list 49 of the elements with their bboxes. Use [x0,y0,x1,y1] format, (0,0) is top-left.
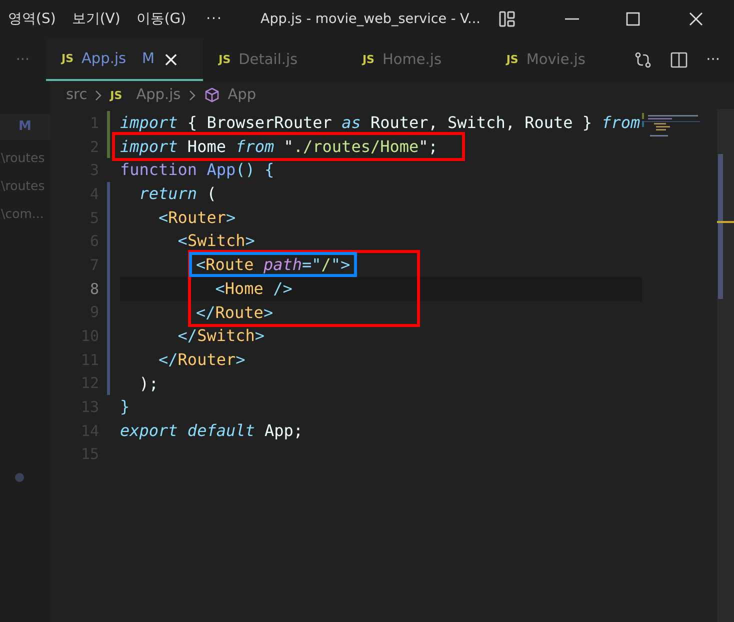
compare-changes-icon[interactable] [634,50,652,68]
tab-label: Detail.js [238,52,298,68]
menu-item[interactable]: 보기(V) [72,10,120,28]
code-line: <Home /> [214,278,292,300]
code-line: ); [138,372,159,395]
menu-item[interactable]: 영역(S) [8,10,56,28]
js-file-label: JS [110,88,122,102]
code-line: <Router> [158,206,236,229]
code-line: </Route> [196,302,274,324]
code-line: </Router> [158,348,246,371]
code-line: import { BrowserRouter as Router, Switch, Route } from [120,112,640,134]
breadcrumb-item[interactable]: App [228,87,256,103]
line-number: 8 [90,280,100,298]
layout-icon[interactable] [498,10,516,28]
modified-status-label: M [142,50,155,66]
cube-icon [204,87,220,103]
editor-tab[interactable]: JS Movie.js [490,38,634,81]
dot-icon [15,473,24,482]
js-file-label: JS [218,53,231,66]
close-icon[interactable] [688,11,704,27]
editor-tab[interactable]: JS Home.js [346,38,490,81]
tab-label: App.js [82,50,126,66]
code-line: } [120,396,130,418]
chevron-right-icon [95,90,102,100]
js-file-label: JS [62,52,74,65]
chevron-right-icon [188,90,196,100]
more-menu[interactable]: ··· [206,11,222,27]
split-editor-icon[interactable] [670,50,688,68]
code-line: import Home from "./routes/Home"; [120,136,438,158]
code-line: function App() { [120,159,274,182]
menu-item[interactable]: 이동(G) [136,10,186,28]
breadcrumb-item[interactable]: App.js [136,87,181,103]
scrollbar[interactable] [717,109,734,622]
code-line: export default App; [120,420,304,442]
maximize-icon[interactable] [626,12,640,26]
window-title: App.js - movie_web_service - V... [260,11,480,27]
breadcrumb-item[interactable]: src [66,87,88,103]
code-line: return ( [138,183,216,206]
modified-badge: M [0,114,50,140]
highlight-box: <Route path="/"> [189,252,358,278]
editor-tab[interactable]: JS Detail.js [202,38,346,81]
close-tab-button[interactable]: × [162,48,180,68]
tab-label: Movie.js [526,52,586,68]
code-line: </Switch> [176,325,264,348]
js-file-label: JS [506,53,518,66]
code-line: <Switch> [176,230,255,252]
more-actions-button[interactable]: ··· [706,52,720,68]
js-file-label: JS [362,53,374,66]
tab-label: Home.js [382,52,442,68]
